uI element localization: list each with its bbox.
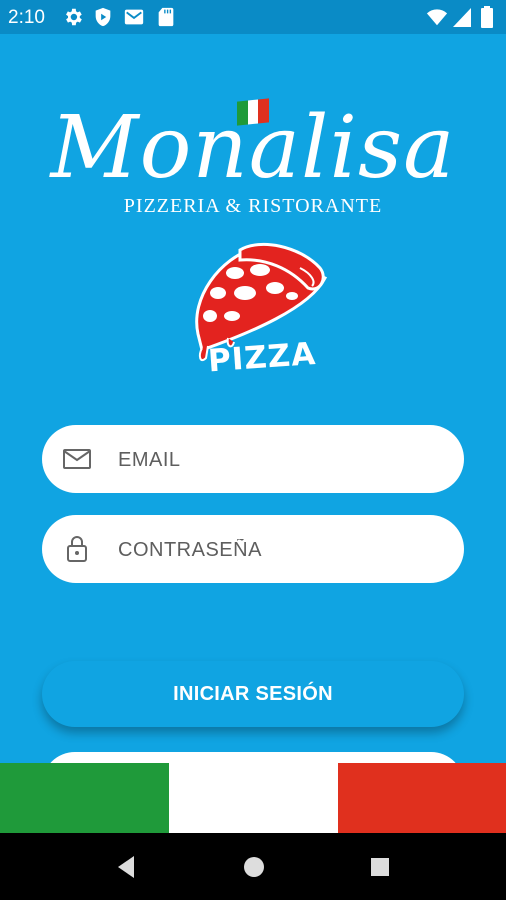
lock-icon <box>67 536 87 562</box>
settings-icon <box>66 8 82 26</box>
sd-card-icon <box>158 7 174 27</box>
wifi-icon <box>426 9 448 26</box>
status-right-icons <box>426 6 496 28</box>
status-bar: 2:10 <box>0 0 506 34</box>
brand-name: Monalisa <box>50 98 456 198</box>
pizza-logo-text: PIZZA <box>206 335 318 380</box>
email-input[interactable] <box>116 439 440 481</box>
password-field[interactable] <box>42 515 464 583</box>
brand-tagline: PIZZERIA & RISTORANTE <box>123 195 383 217</box>
navigation-bar <box>0 833 506 900</box>
back-icon[interactable] <box>114 854 138 880</box>
flag-band-white <box>169 763 338 833</box>
flag-band-red <box>338 763 506 833</box>
flag-band-green <box>0 763 169 833</box>
gmail-icon <box>124 9 144 25</box>
password-input[interactable] <box>116 529 440 571</box>
signal-icon <box>453 8 471 27</box>
recents-icon[interactable] <box>370 857 390 877</box>
italy-flag-band <box>0 763 506 833</box>
battery-icon <box>481 6 493 28</box>
status-time: 2:10 <box>8 7 45 28</box>
email-field[interactable] <box>42 425 464 493</box>
shield-play-icon <box>95 7 111 27</box>
login-button[interactable]: INICIAR SESIÓN <box>42 661 464 727</box>
home-icon[interactable] <box>242 855 266 879</box>
mail-icon <box>63 449 91 469</box>
